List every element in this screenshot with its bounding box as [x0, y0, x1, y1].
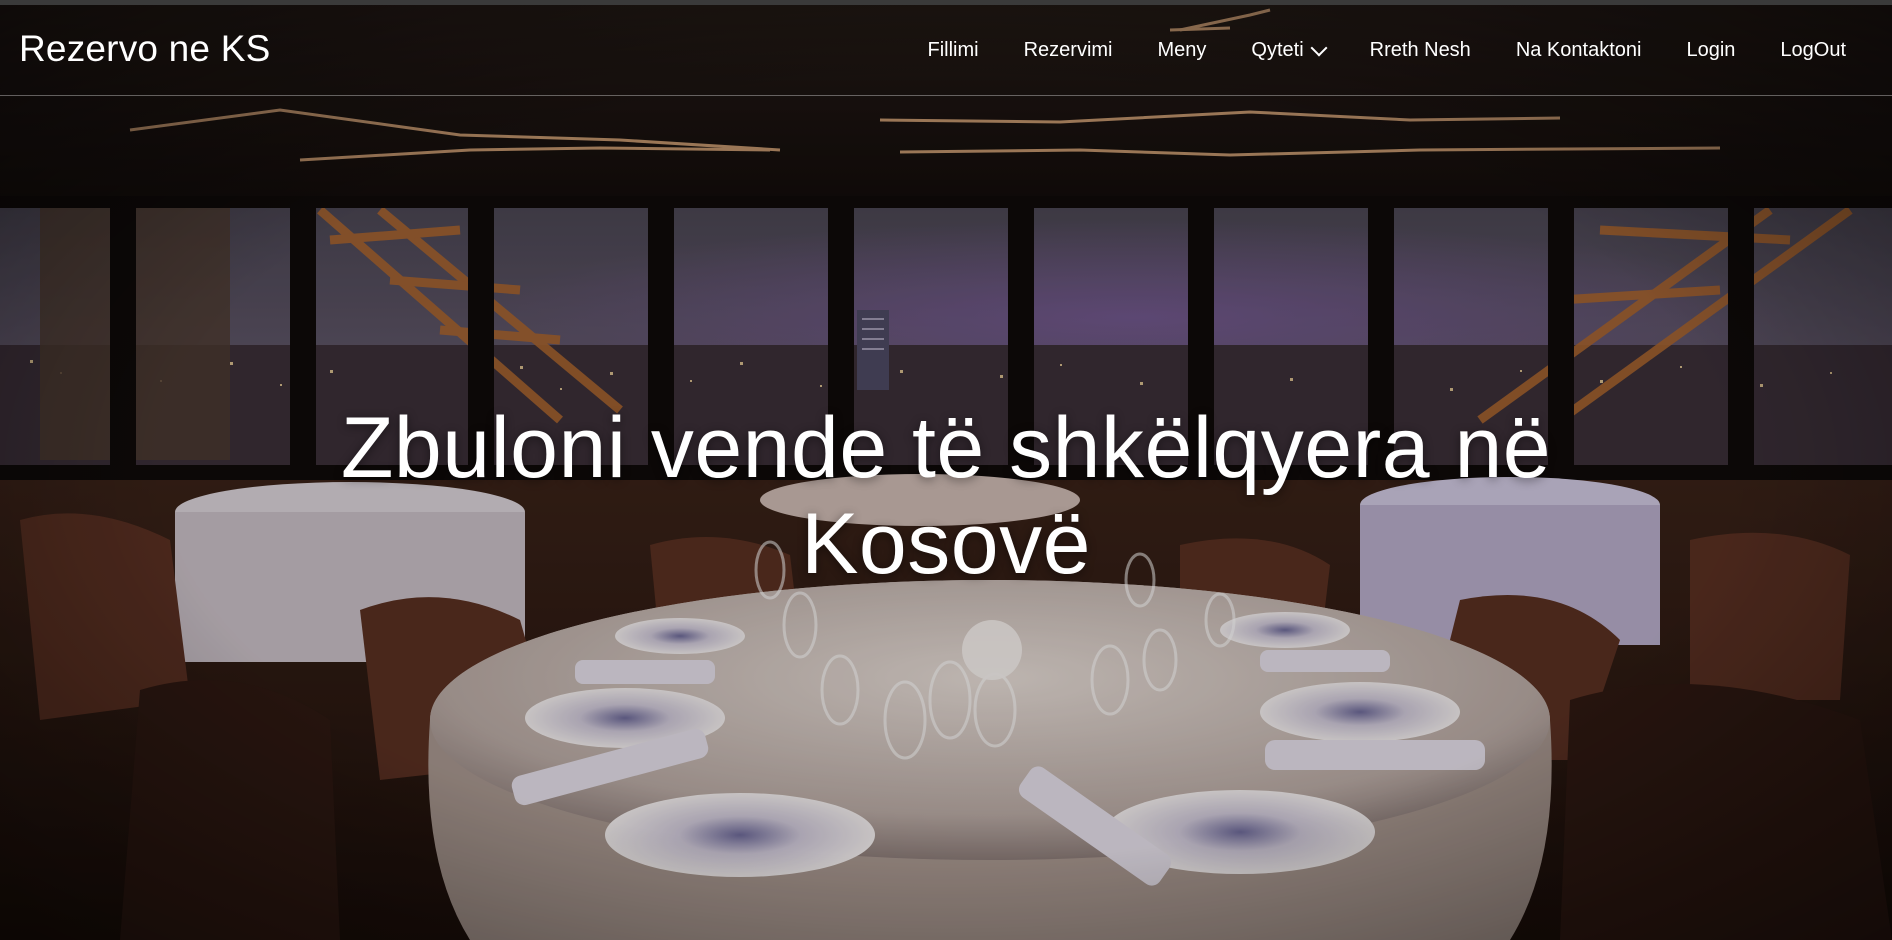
nav-item-label: Rezervimi [1023, 39, 1113, 61]
hero-title: Zbuloni vende të shkëlqyera në Kosovë [0, 400, 1892, 592]
nav-item-na-kontaktoni[interactable]: Na Kontaktoni [1516, 36, 1642, 64]
nav-item-label: Na Kontaktoni [1515, 39, 1642, 61]
page: Rezervo ne KS Fillimi Rezervimi Meny Qyt… [0, 0, 1892, 940]
nav-item-logout[interactable]: LogOut [1780, 36, 1846, 64]
nav-item-label: Login [1686, 39, 1736, 61]
chevron-down-icon [1310, 39, 1328, 57]
nav-item-meny[interactable]: Meny [1158, 36, 1207, 64]
nav-item-login[interactable]: Login [1686, 36, 1735, 64]
nav-menu: Fillimi Rezervimi Meny Qyteti Rreth Nesh… [928, 36, 1847, 64]
nav-item-label: LogOut [1780, 39, 1846, 61]
hero-title-line-2: Kosovë [801, 496, 1091, 592]
nav-item-label: Rreth Nesh [1369, 39, 1471, 61]
nav-item-rezervimi[interactable]: Rezervimi [1024, 36, 1113, 64]
nav-item-label: Qyteti [1251, 39, 1304, 61]
nav-item-rreth-nesh[interactable]: Rreth Nesh [1370, 36, 1471, 64]
nav-item-label: Meny [1157, 39, 1207, 61]
nav-item-qyteti-dropdown[interactable]: Qyteti [1251, 36, 1328, 64]
nav-item-label: Fillimi [927, 39, 979, 61]
nav-item-fillimi[interactable]: Fillimi [928, 36, 979, 64]
top-navbar: Rezervo ne KS Fillimi Rezervimi Meny Qyt… [0, 5, 1892, 96]
hero-title-line-1: Zbuloni vende të shkëlqyera në [340, 400, 1552, 496]
brand-logo-text[interactable]: Rezervo ne KS [19, 27, 270, 71]
